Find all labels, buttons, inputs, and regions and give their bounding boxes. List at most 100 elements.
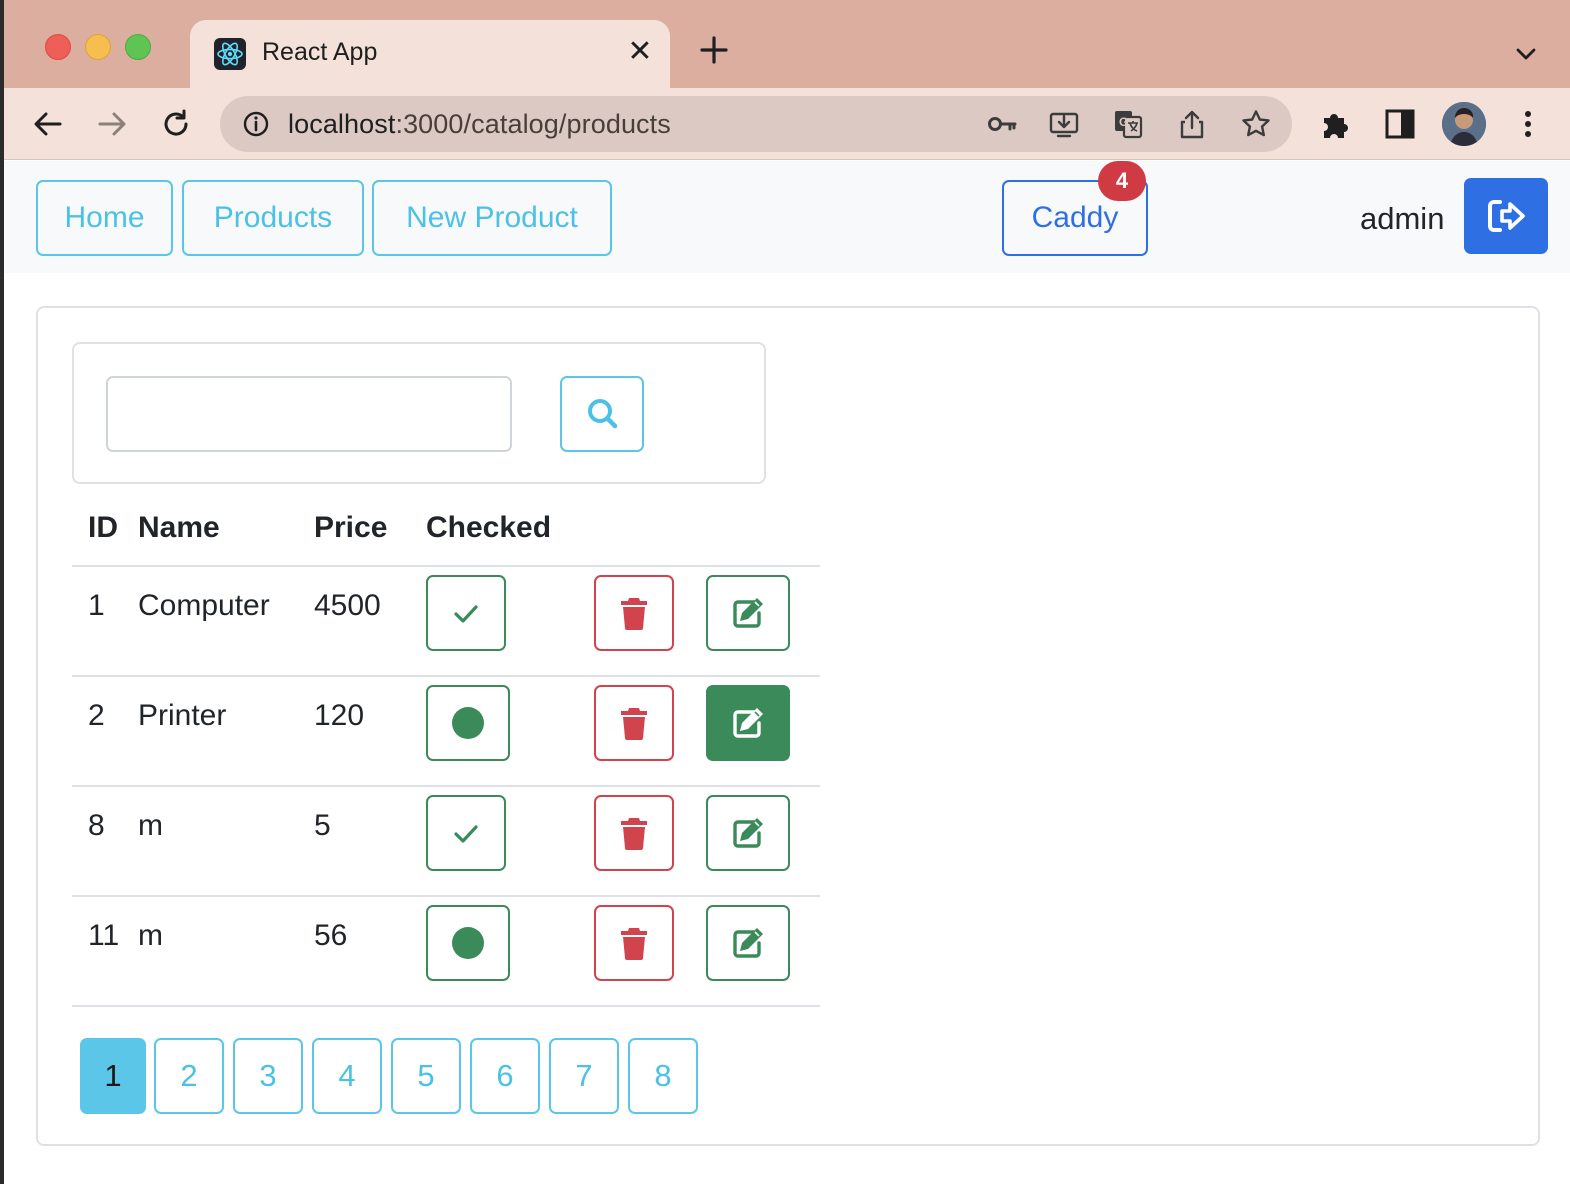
side-panel-icon[interactable] [1382,106,1418,142]
url-host: localhost [288,109,396,139]
site-info-icon[interactable] [242,110,270,138]
edit-cell [706,896,820,1006]
page-button-6[interactable]: 6 [470,1038,540,1114]
edit-button[interactable] [706,905,790,981]
delete-cell [594,896,706,1006]
products-table: ID Name Price Checked 1 Computer 4500 2 … [72,490,820,1007]
product-id: 1 [72,566,138,676]
edit-button[interactable] [706,575,790,651]
product-name: m [138,786,314,896]
product-price: 5 [314,786,426,896]
page-button-2[interactable]: 2 [154,1038,224,1114]
new-tab-icon[interactable] [694,30,734,70]
trash-icon [621,818,647,850]
delete-button[interactable] [594,685,674,761]
tab-strip: React App ✕ [4,0,1570,88]
browser-toolbar: localhost:3000/catalog/products G [4,88,1570,160]
minimize-window-button[interactable] [85,34,111,60]
address-bar[interactable]: localhost:3000/catalog/products G [220,96,1292,152]
search-input[interactable] [106,376,512,452]
product-id: 8 [72,786,138,896]
product-price: 120 [314,676,426,786]
tab-search-chevron-icon[interactable] [1512,40,1540,68]
delete-cell [594,786,706,896]
browser-window: React App ✕ localhost:3000/catalog/produ… [4,0,1570,1184]
column-header-checked: Checked [426,510,552,544]
toggle-checked-button[interactable] [426,795,506,871]
username-label: admin [1360,201,1445,236]
delete-button[interactable] [594,575,674,651]
page-button-4[interactable]: 4 [312,1038,382,1114]
checked-cell [426,566,594,676]
edit-icon [733,598,763,628]
bookmark-star-icon[interactable] [1240,108,1272,140]
toggle-checked-button[interactable] [426,685,510,761]
checked-cell [426,676,594,786]
product-id-value: 8 [88,809,105,842]
edit-button[interactable] [706,795,790,871]
column-header-id: ID [88,510,118,544]
delete-button[interactable] [594,905,674,981]
check-icon [454,825,478,843]
browser-tab[interactable]: React App ✕ [190,20,670,88]
circle-icon [452,707,484,739]
trash-icon [621,928,647,960]
reload-icon[interactable] [156,104,196,144]
page-button-7[interactable]: 7 [549,1038,619,1114]
edit-icon [733,818,763,848]
extensions-puzzle-icon[interactable] [1318,106,1354,142]
product-price-value: 120 [314,699,365,732]
product-id: 11 [72,896,138,1006]
table-header-row: ID Name Price Checked [72,490,820,566]
profile-avatar[interactable] [1442,102,1486,146]
tab-title: React App [262,38,378,66]
page-button-1[interactable]: 1 [80,1038,146,1114]
react-logo-icon [214,38,246,70]
back-arrow-icon[interactable] [28,104,68,144]
forward-arrow-icon[interactable] [92,104,132,144]
app-navbar: Home Products New Product Caddy 4 admin [4,161,1570,273]
logout-button[interactable] [1464,178,1548,254]
page-button-5[interactable]: 5 [391,1038,461,1114]
checked-cell [426,896,594,1006]
column-header-name: Name [138,510,220,544]
url-path: :3000/catalog/products [395,109,671,139]
delete-button[interactable] [594,795,674,871]
edit-cell [706,566,820,676]
toggle-checked-button[interactable] [426,575,506,651]
trash-icon [621,598,647,630]
edit-cell [706,786,820,896]
edit-button[interactable] [706,685,790,761]
trash-icon [621,708,647,740]
home-button[interactable]: Home [36,180,173,256]
page-button-8[interactable]: 8 [628,1038,698,1114]
new-product-button[interactable]: New Product [372,180,612,256]
close-window-button[interactable] [45,34,71,60]
checked-cell [426,786,594,896]
tab-close-icon[interactable]: ✕ [622,34,658,70]
products-button[interactable]: Products [182,180,364,256]
browser-menu-icon[interactable] [1510,106,1546,142]
product-id-value: 2 [88,699,105,732]
product-name: Printer [138,676,314,786]
products-card: ID Name Price Checked 1 Computer 4500 2 … [36,306,1540,1146]
product-price: 4500 [314,566,426,676]
page-button-3[interactable]: 3 [233,1038,303,1114]
url-text: localhost:3000/catalog/products [288,109,671,140]
product-id-value: 1 [88,589,105,622]
product-name-value: Computer [138,589,270,622]
table-row: 2 Printer 120 [72,676,820,786]
install-app-icon[interactable] [1048,108,1080,140]
search-panel [72,342,766,484]
translate-icon[interactable]: G [1112,108,1144,140]
product-price-value: 4500 [314,589,381,622]
column-header-price: Price [314,510,388,544]
table-row: 8 m 5 [72,786,820,896]
check-icon [454,605,478,623]
search-button[interactable] [560,376,644,452]
key-icon[interactable] [986,108,1018,140]
logout-icon [1488,200,1525,232]
maximize-window-button[interactable] [125,34,151,60]
toggle-checked-button[interactable] [426,905,510,981]
share-icon[interactable] [1176,108,1208,140]
